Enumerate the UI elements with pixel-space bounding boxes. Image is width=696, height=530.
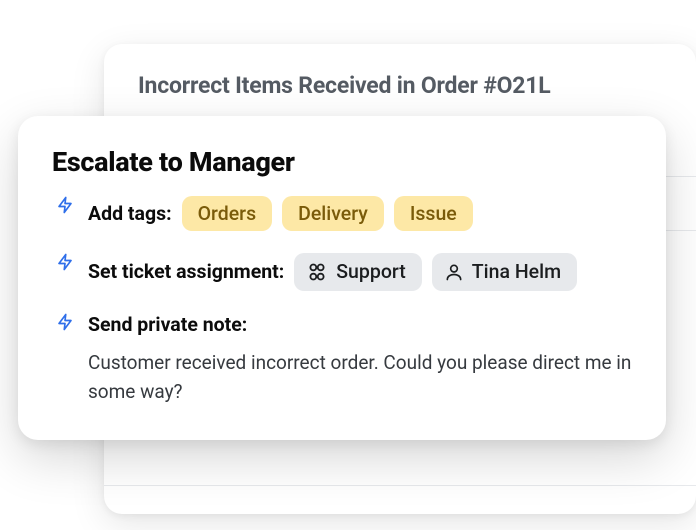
private-note-text: Customer received incorrect order. Could…	[88, 348, 632, 407]
lightning-icon	[56, 196, 74, 214]
step-label: Add tags:	[88, 202, 172, 225]
lightning-icon	[56, 253, 74, 271]
chip-label: Tina Helm	[472, 258, 561, 285]
tag-issue[interactable]: Issue	[394, 196, 473, 231]
escalate-panel: Escalate to Manager Add tags: Orders Del…	[18, 116, 666, 440]
step-rail	[52, 253, 78, 279]
step-label: Send private note:	[88, 313, 247, 336]
assignee-person-chip[interactable]: Tina Helm	[432, 253, 577, 290]
step-rail	[52, 313, 78, 339]
tag-delivery[interactable]: Delivery	[282, 196, 384, 231]
assignee-group-chip[interactable]: Support	[294, 253, 422, 290]
chip-label: Support	[336, 258, 406, 285]
step-label: Set ticket assignment:	[88, 260, 284, 283]
panel-title: Escalate to Manager	[52, 146, 632, 178]
ticket-title: Incorrect Items Received in Order #O21L	[138, 72, 662, 99]
step-add-tags: Add tags: Orders Delivery Issue	[52, 196, 632, 253]
lightning-icon	[56, 313, 74, 331]
group-icon	[306, 261, 328, 283]
step-assignment: Set ticket assignment: Support Tina Helm	[52, 253, 632, 312]
divider	[104, 485, 696, 486]
tag-orders[interactable]: Orders	[182, 196, 273, 231]
step-private-note: Send private note: Customer received inc…	[52, 313, 632, 407]
step-rail	[52, 196, 78, 222]
person-icon	[444, 262, 464, 282]
